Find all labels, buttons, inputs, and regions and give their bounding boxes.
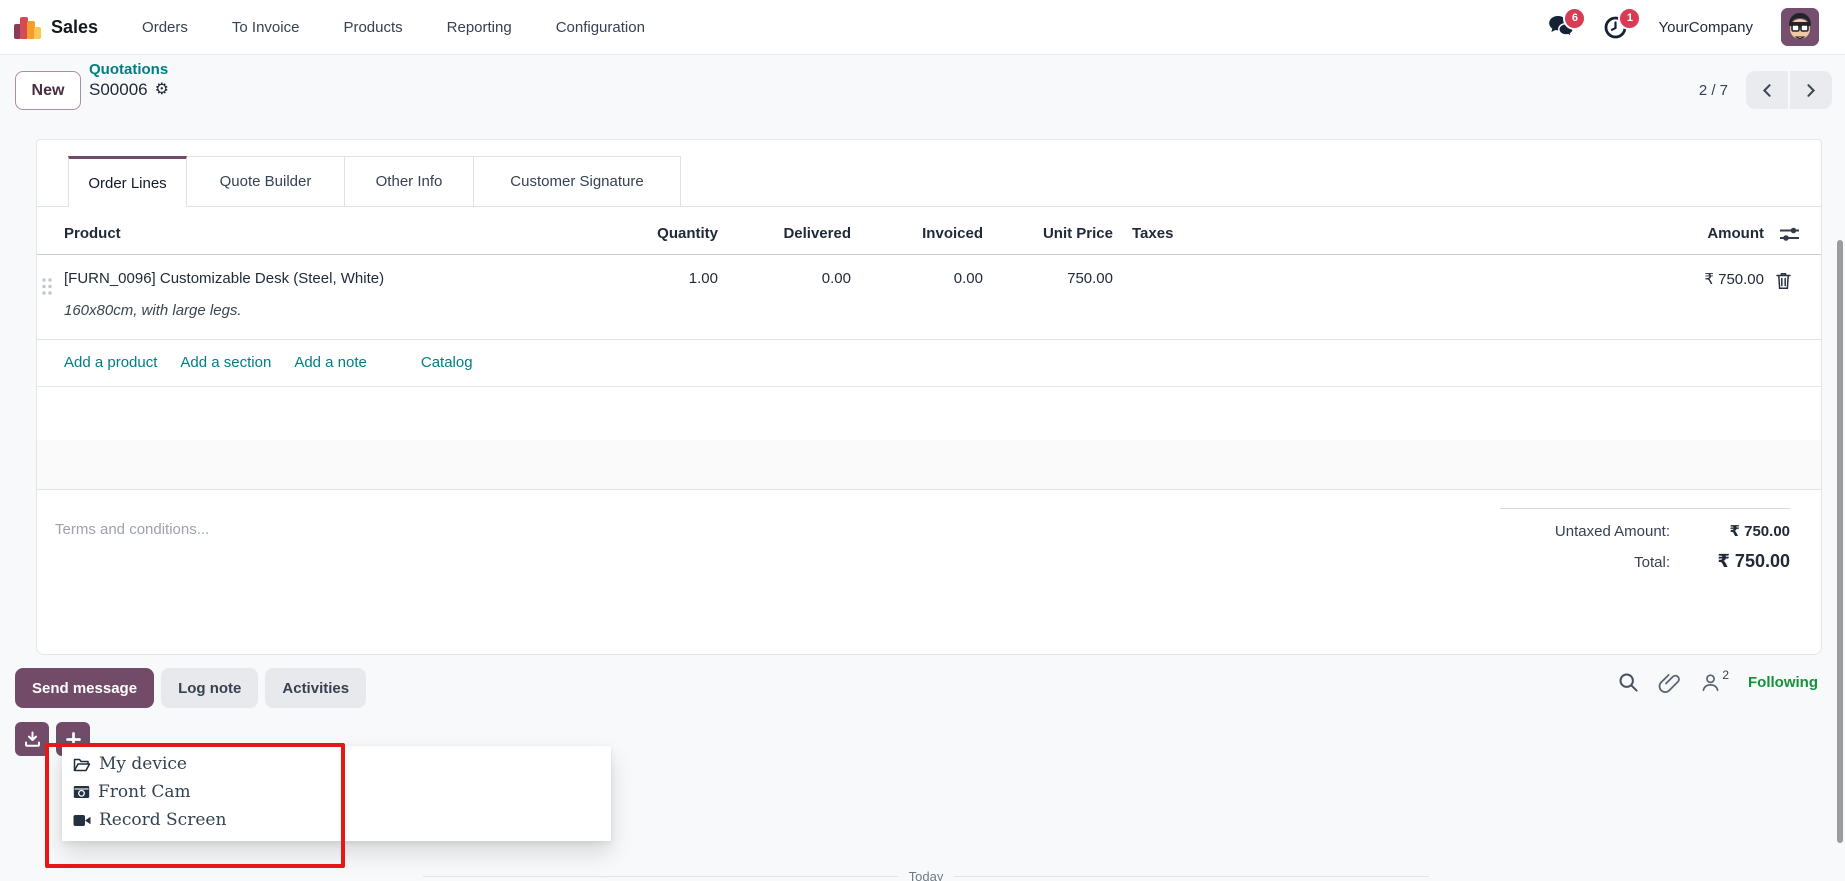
optional-columns-button[interactable] bbox=[1778, 226, 1801, 247]
breadcrumb-quotations[interactable]: Quotations bbox=[89, 62, 169, 77]
order-line-row[interactable]: [FURN_0096] Customizable Desk (Steel, Wh… bbox=[37, 254, 1821, 340]
line-description[interactable]: 160x80cm, with large legs. bbox=[64, 302, 242, 319]
attach-files-button[interactable] bbox=[1658, 671, 1681, 694]
pager-next-button[interactable] bbox=[1790, 71, 1832, 109]
date-divider-label: Today bbox=[908, 869, 944, 881]
breadcrumb: Quotations S00006 ⚙ bbox=[89, 62, 169, 98]
terms-and-conditions-input[interactable]: Terms and conditions... bbox=[55, 521, 209, 538]
messages-button[interactable]: 6 bbox=[1548, 6, 1587, 40]
column-invoiced[interactable]: Invoiced bbox=[922, 225, 983, 242]
menu-products[interactable]: Products bbox=[343, 19, 402, 36]
app-name[interactable]: Sales bbox=[51, 17, 98, 38]
sales-app-icon[interactable] bbox=[14, 14, 41, 41]
add-note-link[interactable]: Add a note bbox=[294, 354, 367, 371]
chatter-buttons: Send message Log note Activities bbox=[15, 668, 367, 708]
tab-customer-signature[interactable]: Customer Signature bbox=[473, 156, 681, 206]
total-value: ₹ 750.00 bbox=[1717, 551, 1790, 571]
person-icon bbox=[1702, 674, 1719, 692]
menu-item-record-screen[interactable]: Record Screen bbox=[73, 806, 611, 834]
plus-icon bbox=[65, 731, 81, 747]
pager-previous-button[interactable] bbox=[1746, 71, 1788, 109]
line-quantity[interactable]: 1.00 bbox=[689, 270, 718, 287]
untaxed-amount-value: ₹ 750.00 bbox=[1729, 523, 1790, 540]
delete-line-button[interactable] bbox=[1775, 271, 1792, 294]
user-avatar[interactable] bbox=[1781, 8, 1819, 46]
messages-count-badge: 6 bbox=[1563, 6, 1587, 30]
pager-count: 2 / 7 bbox=[1698, 82, 1728, 99]
attachment-source-menu: My device Front Cam Record Screen bbox=[62, 746, 611, 841]
line-delivered[interactable]: 0.00 bbox=[822, 270, 851, 287]
totals-block: Untaxed Amount: ₹ 750.00 Total: ₹ 750.00 bbox=[1500, 508, 1790, 583]
following-toggle[interactable]: Following bbox=[1748, 674, 1818, 691]
sliders-icon bbox=[1780, 227, 1799, 241]
activities-button-chatter[interactable]: Activities bbox=[265, 668, 367, 708]
menu-item-front-cam[interactable]: Front Cam bbox=[73, 778, 611, 806]
download-icon bbox=[24, 731, 40, 747]
tab-other-info[interactable]: Other Info bbox=[344, 156, 474, 206]
folder-open-icon bbox=[73, 758, 91, 771]
search-icon bbox=[1619, 673, 1638, 692]
line-product-name[interactable]: [FURN_0096] Customizable Desk (Steel, Wh… bbox=[64, 270, 384, 287]
chatter-toolbar: 2 Following bbox=[1618, 668, 1818, 694]
untaxed-amount-label: Untaxed Amount: bbox=[1554, 523, 1670, 540]
followers-button[interactable]: 2 bbox=[1700, 668, 1729, 693]
date-divider: Today bbox=[423, 869, 1430, 881]
tab-order-lines[interactable]: Order Lines bbox=[68, 156, 187, 207]
column-delivered[interactable]: Delivered bbox=[783, 225, 851, 242]
record-pager bbox=[1746, 71, 1832, 109]
tab-quote-builder[interactable]: Quote Builder bbox=[186, 156, 345, 206]
add-section-link[interactable]: Add a section bbox=[180, 354, 271, 371]
paperclip-icon bbox=[1659, 674, 1681, 693]
line-unit-price[interactable]: 750.00 bbox=[1067, 270, 1113, 287]
menu-to-invoice[interactable]: To Invoice bbox=[232, 19, 300, 36]
download-attachment-button[interactable] bbox=[15, 722, 49, 756]
camera-icon bbox=[73, 786, 90, 798]
new-button[interactable]: New bbox=[15, 71, 81, 110]
column-product[interactable]: Product bbox=[64, 225, 121, 242]
line-amount: ₹ 750.00 bbox=[1704, 271, 1764, 288]
video-camera-icon bbox=[73, 814, 91, 826]
catalog-link[interactable]: Catalog bbox=[421, 354, 473, 371]
empty-list-row bbox=[37, 440, 1821, 490]
vertical-scrollbar[interactable] bbox=[1837, 240, 1843, 843]
navbar-right: 6 1 YourCompany bbox=[1548, 6, 1819, 46]
followers-count: 2 bbox=[1722, 668, 1730, 682]
form-sheet: Order Lines Quote Builder Other Info Cus… bbox=[36, 139, 1822, 655]
line-invoiced[interactable]: 0.00 bbox=[954, 270, 983, 287]
activities-button[interactable]: 1 bbox=[1603, 6, 1642, 40]
search-messages-button[interactable] bbox=[1618, 672, 1639, 693]
total-label: Total: bbox=[1634, 554, 1670, 571]
odoo-sales-window: Sales Orders To Invoice Products Reporti… bbox=[0, 0, 1845, 881]
empty-list-row bbox=[37, 386, 1821, 441]
chevron-left-icon bbox=[1762, 83, 1771, 97]
record-name: S00006 bbox=[89, 80, 148, 99]
activities-count-badge: 1 bbox=[1618, 6, 1642, 30]
drag-handle-icon[interactable] bbox=[41, 277, 53, 300]
top-navbar: Sales Orders To Invoice Products Reporti… bbox=[0, 0, 1845, 55]
order-lines-header: Product Quantity Delivered Invoiced Unit… bbox=[37, 216, 1821, 255]
gear-icon[interactable]: ⚙ bbox=[155, 81, 169, 98]
menu-configuration[interactable]: Configuration bbox=[556, 19, 645, 36]
menu-reporting[interactable]: Reporting bbox=[447, 19, 512, 36]
column-amount[interactable]: Amount bbox=[1707, 225, 1764, 242]
send-message-button[interactable]: Send message bbox=[15, 668, 155, 708]
column-quantity[interactable]: Quantity bbox=[657, 225, 718, 242]
main-menu: Orders To Invoice Products Reporting Con… bbox=[142, 19, 645, 36]
company-name[interactable]: YourCompany bbox=[1658, 19, 1753, 36]
add-product-link[interactable]: Add a product bbox=[64, 354, 157, 371]
trash-icon bbox=[1776, 273, 1791, 289]
menu-item-my-device[interactable]: My device bbox=[73, 750, 611, 778]
menu-orders[interactable]: Orders bbox=[142, 19, 188, 36]
column-unit-price[interactable]: Unit Price bbox=[1043, 225, 1113, 242]
notebook-tabs: Order Lines Quote Builder Other Info Cus… bbox=[37, 156, 1821, 207]
log-note-button[interactable]: Log note bbox=[161, 668, 259, 708]
column-taxes[interactable]: Taxes bbox=[1132, 225, 1173, 242]
chevron-right-icon bbox=[1807, 83, 1816, 97]
line-actions: Add a product Add a section Add a note C… bbox=[37, 339, 1821, 387]
